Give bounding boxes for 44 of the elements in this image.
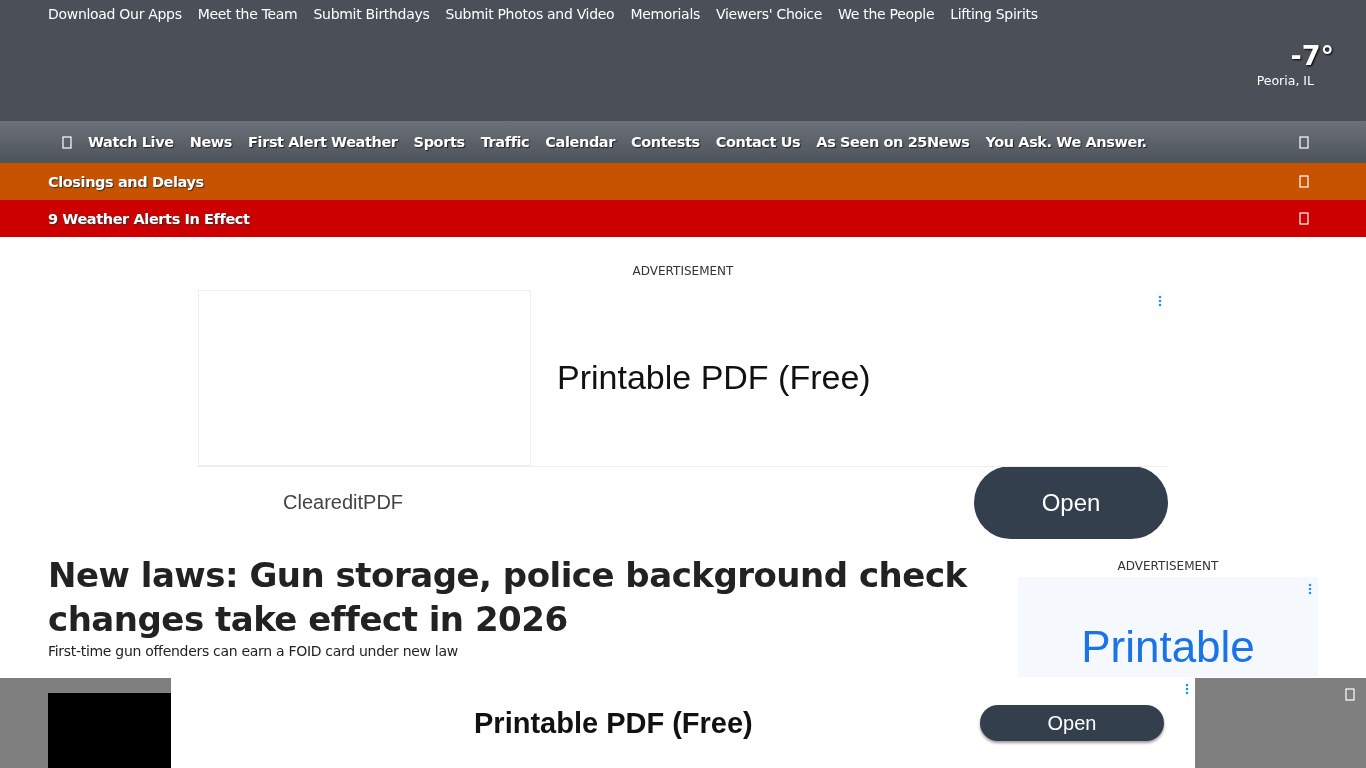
ad-label: ADVERTISEMENT [1117, 559, 1219, 573]
nav-link[interactable]: Calendar [545, 134, 615, 150]
more-options-icon[interactable] [1185, 683, 1189, 695]
box-icon[interactable] [1299, 135, 1309, 149]
nav-link[interactable]: First Alert Weather [248, 134, 398, 150]
close-icon[interactable] [1345, 688, 1355, 701]
article-headline[interactable]: New laws: Gun storage, police background check changes take effect in 2026 [48, 553, 968, 641]
nav-link[interactable]: News [189, 134, 233, 150]
top-link[interactable]: We the People [838, 6, 935, 22]
top-link[interactable]: Memorials [630, 6, 700, 22]
alert-banner[interactable]: Closings and Delays [0, 163, 1366, 200]
box-icon[interactable] [1299, 175, 1309, 188]
nav-link[interactable]: Traffic [480, 134, 530, 150]
banner-link[interactable]: Closings and Delays [48, 173, 204, 190]
ad-headline[interactable]: Printable [1081, 625, 1255, 669]
more-options-icon[interactable] [1308, 583, 1312, 595]
box-icon[interactable] [62, 135, 72, 149]
ad-label: ADVERTISEMENT [631, 263, 735, 280]
top-link[interactable]: Download Our Apps [48, 6, 182, 22]
nav-link[interactable]: Contact Us [715, 134, 801, 150]
top-link[interactable]: Lifting Spirits [950, 6, 1038, 22]
bottom-ad[interactable]: Printable PDF (Free) Open [171, 678, 1195, 768]
nav-link[interactable]: Watch Live [88, 134, 174, 150]
location-label: Peoria, IL [1256, 73, 1314, 88]
open-button[interactable]: Open [980, 705, 1164, 741]
side-ad[interactable]: Printable [1018, 577, 1318, 677]
box-icon[interactable] [1299, 212, 1309, 225]
top-link[interactable]: Viewers' Choice [716, 6, 823, 22]
article-subheadline: First-time gun offenders can earn a FOID card under new law [48, 643, 459, 659]
nav-link[interactable]: Sports [413, 134, 465, 150]
more-options-icon[interactable] [1158, 295, 1162, 307]
top-link[interactable]: Meet the Team [197, 6, 298, 22]
top-link[interactable]: Submit Photos and Video [445, 6, 615, 22]
temperature: -7° [1290, 40, 1334, 71]
open-button[interactable]: Open [974, 466, 1168, 539]
nav-link[interactable]: As Seen on 25News [816, 134, 970, 150]
alert-banner[interactable]: 9 Weather Alerts In Effect [0, 200, 1366, 237]
banner-link[interactable]: 9 Weather Alerts In Effect [48, 210, 250, 227]
nav-link[interactable]: Contests [631, 134, 700, 150]
top-link[interactable]: Submit Birthdays [313, 6, 430, 22]
nav-link[interactable]: You Ask. We Answer. [985, 134, 1147, 150]
ad-headline[interactable]: Printable PDF (Free) [474, 706, 980, 740]
advertiser-name: CleareditPDF [282, 491, 405, 514]
ad-headline[interactable]: Printable PDF (Free) [531, 290, 871, 466]
